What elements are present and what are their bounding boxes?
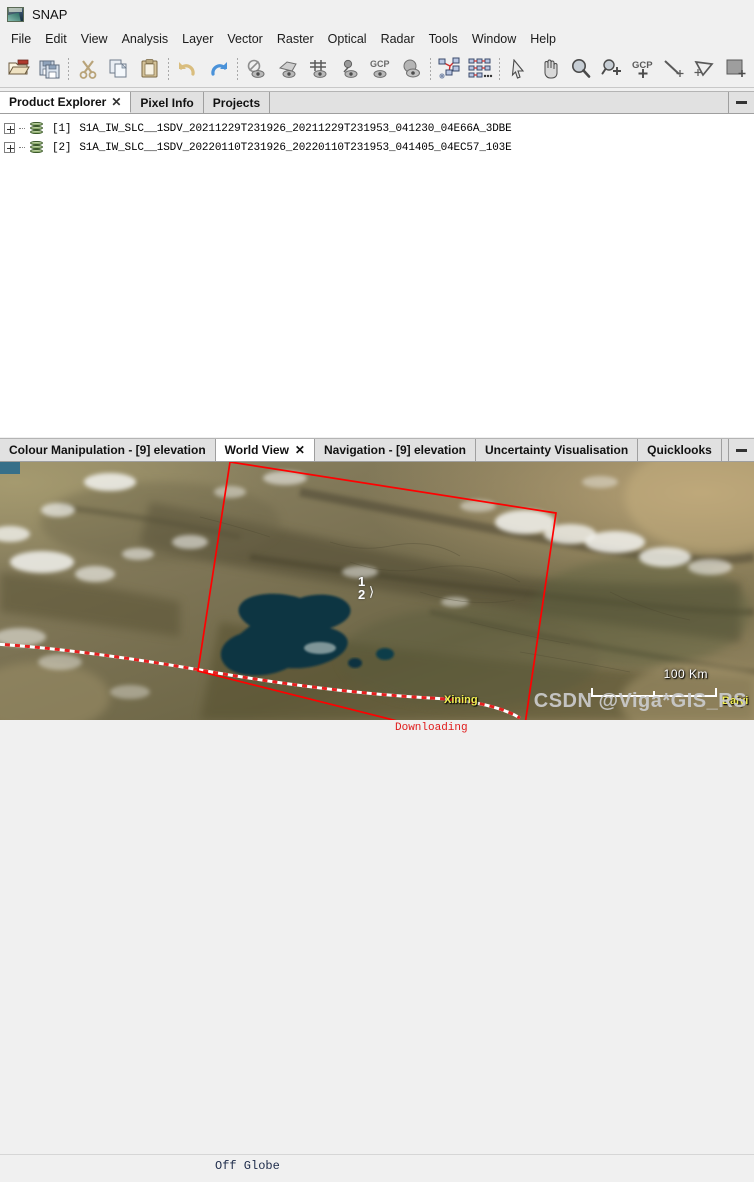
map-vector-overlay [0, 462, 557, 720]
explorer-minimize-button[interactable] [728, 92, 754, 113]
bottom-tab-row: Colour Manipulation - [9] elevation Worl… [0, 438, 754, 462]
product-tree-row[interactable]: [1] S1A_IW_SLC__1SDV_20211229T231926_202… [0, 119, 754, 138]
close-icon[interactable]: ✕ [295, 443, 305, 457]
product-index-2: [2] [52, 141, 72, 154]
mask-overlay-icon[interactable] [396, 53, 427, 85]
pan-tool-icon[interactable] [534, 53, 565, 85]
bottom-dock-minimize-button[interactable] [728, 439, 754, 461]
tab-product-explorer-label: Product Explorer [9, 95, 107, 109]
snap-application-window: SNAP File Edit View Analysis Layer Vecto… [0, 0, 754, 1182]
tab-colour-manipulation[interactable]: Colour Manipulation - [9] elevation [0, 439, 216, 461]
city-label-xining: Xining [444, 694, 478, 706]
main-toolbar: GCP GCP [0, 50, 754, 88]
graticule-overlay-icon[interactable] [303, 53, 334, 85]
zoom-tool-icon[interactable] [565, 53, 596, 85]
world-view-map[interactable]: 1 2 ⟩ Xining Baiyi 100 Km [0, 462, 754, 720]
gcp-overlay-icon[interactable]: GCP [365, 53, 396, 85]
copy-icon[interactable] [103, 53, 134, 85]
svg-text:GCP: GCP [370, 59, 390, 69]
menu-raster[interactable]: Raster [270, 30, 321, 48]
window-title: SNAP [32, 6, 68, 22]
footprint-index-2: 2 [358, 587, 366, 602]
footprint-index-markers: 1 2 [358, 575, 365, 601]
undo-icon[interactable] [172, 53, 203, 85]
menu-edit[interactable]: Edit [38, 30, 74, 48]
pin-overlay-icon[interactable] [334, 53, 365, 85]
toolbar-separator [68, 57, 69, 80]
tab-row-filler [270, 92, 728, 113]
pin-manager-icon[interactable] [434, 53, 465, 85]
menu-analysis[interactable]: Analysis [115, 30, 176, 48]
downloading-indicator: Downloading [395, 722, 468, 734]
menu-layer[interactable]: Layer [175, 30, 220, 48]
tab-world-view[interactable]: World View ✕ [215, 439, 315, 461]
toolbar-separator [237, 57, 238, 80]
menu-radar[interactable]: Radar [374, 30, 422, 48]
scale-bar-label: 100 Km [663, 667, 708, 681]
menu-bar: File Edit View Analysis Layer Vector Ras… [0, 28, 754, 50]
product-tree-row[interactable]: [2] S1A_IW_SLC__1SDV_20220110T231926_202… [0, 138, 754, 157]
product-icon [29, 121, 44, 136]
gcp-manager-icon[interactable] [465, 53, 496, 85]
tab-quicklooks-label: Quicklooks [647, 443, 712, 457]
menu-tools[interactable]: Tools [422, 30, 465, 48]
title-bar: SNAP [0, 0, 754, 28]
product-tree: [1] S1A_IW_SLC__1SDV_20211229T231926_202… [0, 114, 754, 437]
polyline-drawing-tool-icon[interactable] [689, 53, 720, 85]
tab-projects[interactable]: Projects [203, 92, 271, 113]
toolbar-separator [168, 57, 169, 80]
menu-file[interactable]: File [4, 30, 38, 48]
pin-placing-tool-icon[interactable] [596, 53, 627, 85]
no-data-overlay-icon[interactable] [241, 53, 272, 85]
tab-quicklooks[interactable]: Quicklooks [638, 439, 722, 461]
tab-navigation[interactable]: Navigation - [9] elevation [314, 439, 477, 461]
expand-icon[interactable] [4, 123, 15, 134]
expand-icon[interactable] [4, 142, 15, 153]
menu-help[interactable]: Help [523, 30, 563, 48]
csdn-watermark: CSDN @Viga*GIS_RS [533, 690, 747, 712]
tab-uncertainty-visualisation-label: Uncertainty Visualisation [485, 443, 629, 457]
tab-world-view-label: World View [224, 443, 289, 457]
product-name-1: S1A_IW_SLC__1SDV_20211229T231926_2021122… [79, 122, 512, 135]
geometry-overlay-icon[interactable] [272, 53, 303, 85]
footprint-marker-chevron-icon: ⟩ [369, 584, 375, 599]
menu-view[interactable]: View [74, 30, 115, 48]
line-drawing-tool-icon[interactable] [658, 53, 689, 85]
off-globe-status-label: Off Globe [215, 1159, 280, 1173]
tab-uncertainty-visualisation[interactable]: Uncertainty Visualisation [476, 439, 639, 461]
administrative-border [0, 642, 521, 720]
product-index-1: [1] [52, 122, 72, 135]
minimize-icon [736, 101, 747, 104]
selection-tool-icon[interactable] [503, 53, 534, 85]
menu-vector[interactable]: Vector [220, 30, 269, 48]
save-product-icon[interactable] [34, 53, 65, 85]
product-name-2: S1A_IW_SLC__1SDV_20220110T231926_2022011… [79, 141, 512, 154]
explorer-tab-row: Product Explorer ✕ Pixel Info Projects [0, 92, 754, 114]
product-explorer-dock: Product Explorer ✕ Pixel Info Projects [… [0, 91, 754, 437]
tab-product-explorer[interactable]: Product Explorer ✕ [0, 92, 132, 113]
world-view-status-bar: Off Globe [0, 1154, 754, 1182]
tab-pixel-info-label: Pixel Info [140, 95, 194, 110]
minimize-icon [736, 448, 747, 452]
close-icon[interactable]: ✕ [111, 96, 121, 108]
toolbar-separator [430, 57, 431, 80]
snap-logo-icon [7, 6, 24, 22]
paste-icon[interactable] [134, 53, 165, 85]
product-icon [29, 140, 44, 155]
tab-projects-label: Projects [212, 95, 261, 110]
tab-colour-manipulation-label: Colour Manipulation - [9] elevation [9, 443, 206, 457]
redo-icon[interactable] [203, 53, 234, 85]
tree-connector [19, 147, 25, 148]
gcp-placing-tool-icon[interactable]: GCP [627, 53, 658, 85]
tab-navigation-label: Navigation - [9] elevation [323, 443, 467, 457]
menu-optical[interactable]: Optical [321, 30, 374, 48]
tab-pixel-info[interactable]: Pixel Info [131, 92, 204, 113]
menu-window[interactable]: Window [465, 30, 523, 48]
open-product-icon[interactable] [3, 53, 34, 85]
toolbar-separator [499, 57, 500, 80]
product-footprint-polygon [197, 462, 557, 720]
cut-icon[interactable] [72, 53, 103, 85]
rectangle-drawing-tool-icon[interactable] [720, 53, 751, 85]
tree-connector [19, 128, 25, 129]
